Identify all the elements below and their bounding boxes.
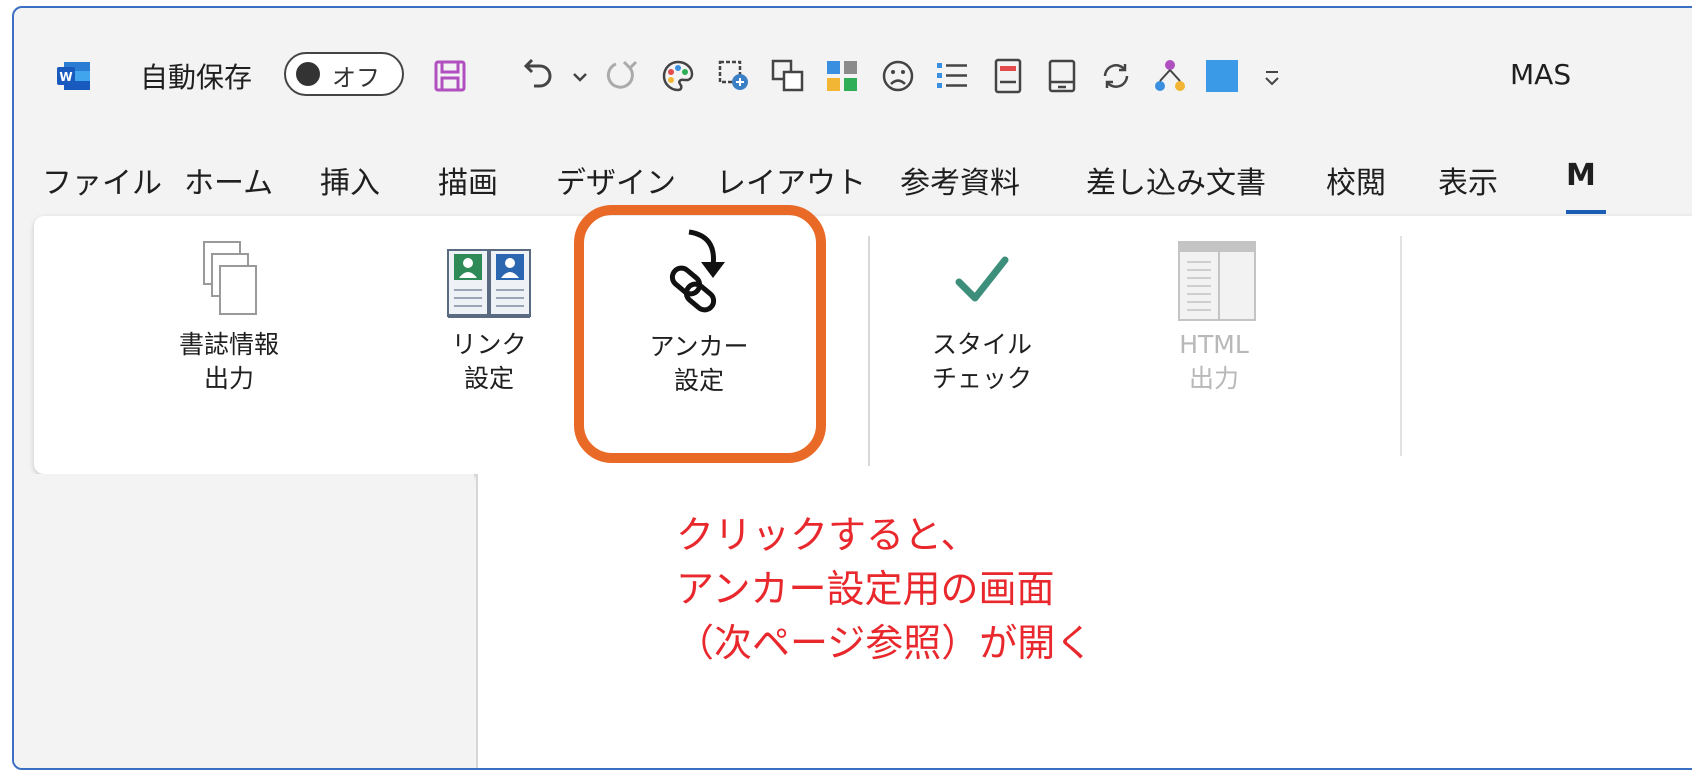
form-icon[interactable] <box>990 58 1026 94</box>
word-app-icon[interactable]: W <box>56 60 92 92</box>
html-page-icon <box>1178 241 1256 321</box>
tab-design[interactable]: デザイン <box>556 158 676 202</box>
annotation-line-1: クリックすると、 <box>676 513 979 557</box>
copy-window-icon[interactable] <box>770 58 806 94</box>
bibliography-export-label-2: 出力 <box>203 364 254 393</box>
palette-icon[interactable] <box>660 58 696 94</box>
tab-home[interactable]: ホーム <box>184 158 273 202</box>
annotation-line-2: アンカー設定用の画面 <box>676 567 1055 611</box>
tab-references[interactable]: 参考資料 <box>900 158 1020 202</box>
ribbon-separator-2 <box>1400 236 1402 456</box>
bibliography-export-label-1: 書誌情報 <box>178 330 279 359</box>
org-chart-icon[interactable] <box>1152 58 1188 94</box>
link-settings-label-1: リンク <box>451 330 527 359</box>
bullet-list-icon[interactable] <box>934 58 970 94</box>
save-icon[interactable] <box>432 58 468 94</box>
active-tab-indicator <box>1566 210 1606 214</box>
link-settings-button[interactable]: リンク 設定 <box>434 238 544 396</box>
ribbon-tabs: ファイル ホーム 挿入 描画 デザイン レイアウト 参考資料 差し込み文書 校閲… <box>14 158 1692 218</box>
screen-capture-icon[interactable] <box>716 58 752 94</box>
html-export-button[interactable]: HTML 出力 <box>1154 238 1274 396</box>
tab-review[interactable]: 校閲 <box>1326 158 1386 202</box>
redo-icon[interactable] <box>604 58 640 94</box>
book-people-icon <box>447 249 531 318</box>
customize-dropdown-icon[interactable] <box>1260 58 1284 94</box>
bibliography-export-button[interactable]: 書誌情報 出力 <box>164 238 294 396</box>
html-export-label-2: 出力 <box>1188 364 1239 393</box>
checkmark-icon <box>955 256 1009 302</box>
tab-draw[interactable]: 描画 <box>438 158 498 202</box>
tab-view[interactable]: 表示 <box>1438 158 1498 202</box>
ribbon-separator <box>868 236 870 466</box>
undo-icon[interactable] <box>520 58 556 94</box>
style-check-label-1: スタイル <box>931 330 1032 359</box>
grid-icon[interactable] <box>824 58 860 94</box>
ribbon-panel: 書誌情報 出力 リンク 設定 アンカー 設定 スタイル チェック HTML 出力 <box>34 216 1692 474</box>
html-export-label-1: HTML <box>1179 330 1249 359</box>
link-settings-label-2: 設定 <box>463 364 514 393</box>
tab-custom-active[interactable]: M <box>1566 158 1596 193</box>
undo-dropdown-icon[interactable] <box>570 58 590 94</box>
navigation-pane <box>14 474 474 768</box>
sad-face-icon[interactable] <box>880 58 916 94</box>
autosave-state: オフ <box>332 64 380 92</box>
phone-icon[interactable] <box>1044 58 1080 94</box>
refresh-icon[interactable] <box>1098 58 1134 94</box>
svg-text:W: W <box>59 70 72 84</box>
style-check-label-2: チェック <box>931 364 1032 393</box>
autosave-toggle[interactable]: オフ <box>284 52 404 96</box>
annotation-callout: クリックすると、 アンカー設定用の画面 （次ページ参照）が開く <box>676 508 1093 670</box>
tab-mailings[interactable]: 差し込み文書 <box>1086 158 1266 202</box>
anchor-button-highlight <box>574 205 826 463</box>
blue-square-icon[interactable] <box>1204 58 1240 94</box>
copies-icon <box>203 241 257 315</box>
style-check-button[interactable]: スタイル チェック <box>922 238 1042 396</box>
quick-access-toolbar: W 自動保存 オフ MAS <box>14 8 1692 118</box>
document-title[interactable]: MAS <box>1510 58 1571 91</box>
annotation-line-3: （次ページ参照）が開く <box>676 621 1094 665</box>
tab-insert[interactable]: 挿入 <box>320 158 380 202</box>
tab-file[interactable]: ファイル <box>42 158 162 202</box>
tab-layout[interactable]: レイアウト <box>716 158 866 202</box>
autosave-label: 自動保存 <box>140 61 253 94</box>
toggle-knob <box>296 62 320 86</box>
